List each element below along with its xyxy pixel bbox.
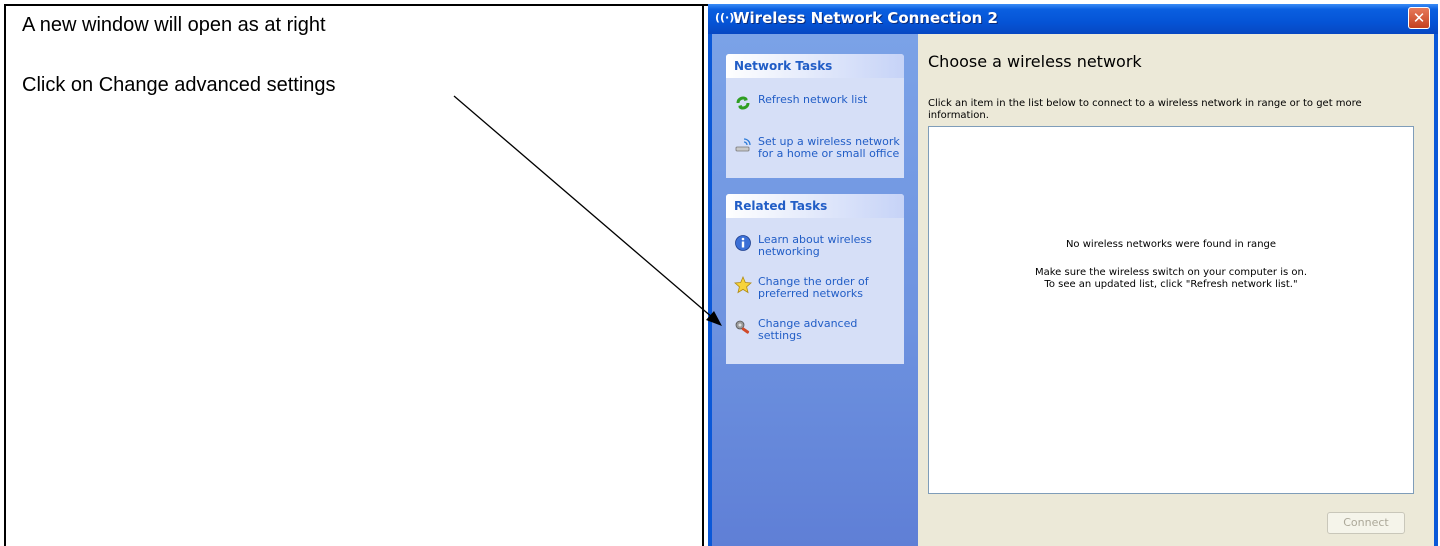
settings-icon [735,320,750,334]
network-tasks-header[interactable]: Network Tasks [726,54,904,78]
window-title: Wireless Network Connection 2 [733,9,998,27]
task-label[interactable]: Change the order of preferred networks [758,276,904,300]
close-button[interactable]: ✕ [1408,7,1430,29]
window-client-area: Network Tasks Refresh network list Set u… [712,34,1434,546]
task-label[interactable]: Learn about wireless networking [758,234,904,258]
task-change-order-networks[interactable]: Change the order of preferred networks [734,276,902,304]
task-label[interactable]: Set up a wireless network for a home or … [758,136,904,160]
table-cell-divider [702,4,704,546]
star-icon [734,276,752,294]
instruction-click-advanced: Click on Change advanced settings [22,74,336,96]
switch-hint-text: Make sure the wireless switch on your co… [1034,267,1308,278]
related-tasks-header[interactable]: Related Tasks [726,194,904,218]
network-tasks-pane: Network Tasks Refresh network list Set u… [726,54,904,178]
page-title: Choose a wireless network [928,52,1142,71]
task-refresh-network-list[interactable]: Refresh network list [734,94,902,112]
instruction-open-window: A new window will open as at right [22,14,326,36]
main-content: Choose a wireless network Click an item … [918,34,1434,546]
task-label[interactable]: Refresh network list [758,94,904,106]
refresh-hint-text: To see an updated list, click "Refresh n… [1044,279,1298,290]
wireless-setup-icon [735,138,751,152]
wireless-network-list[interactable]: No wireless networks were found in range… [928,126,1414,494]
info-icon [735,235,751,251]
task-sidebar: Network Tasks Refresh network list Set u… [712,34,918,546]
connect-button[interactable]: Connect [1327,512,1405,534]
instructions-text: Click an item in the list below to conne… [928,98,1362,121]
related-tasks-pane: Related Tasks Learn about wireless netwo… [726,194,904,364]
no-networks-message: No wireless networks were found in range [1065,239,1277,250]
task-label[interactable]: Change advanced settings [758,318,904,342]
task-learn-wireless[interactable]: Learn about wireless networking [734,234,902,262]
close-icon: ✕ [1412,9,1426,27]
task-setup-wireless-network[interactable]: Set up a wireless network for a home or … [734,136,902,164]
refresh-icon [736,96,750,110]
title-bar[interactable]: ((·)) Wireless Network Connection 2 ✕ [708,4,1438,34]
wireless-connection-window: ((·)) Wireless Network Connection 2 ✕ Ne… [708,4,1438,546]
task-change-advanced-settings[interactable]: Change advanced settings [734,318,902,346]
